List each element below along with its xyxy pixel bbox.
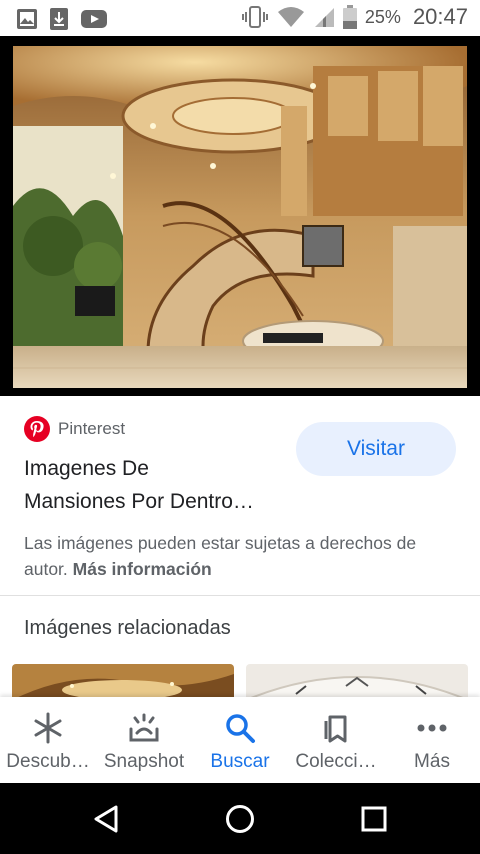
snapshot-icon <box>129 713 159 742</box>
mansion-interior-photo[interactable] <box>13 46 467 388</box>
image-viewer[interactable] <box>0 36 480 396</box>
asterisk-icon <box>34 712 62 744</box>
nav-discover-label: Descub… <box>6 751 90 772</box>
copyright-notice: Las imágenes pueden estar sujetas a dere… <box>24 530 464 582</box>
visit-button[interactable]: Visitar <box>296 422 456 476</box>
battery-icon <box>342 5 357 29</box>
battery-percent: 25% <box>364 6 401 27</box>
more-info-link[interactable]: Más información <box>73 559 212 579</box>
nav-collections[interactable]: Colecci… <box>288 697 384 783</box>
download-icon <box>50 8 68 30</box>
image-icon <box>17 9 37 29</box>
related-image-thumbnail[interactable] <box>246 664 468 700</box>
collections-icon <box>324 715 347 743</box>
bottom-navigation: Descub… Snapshot Buscar Colecci… Más <box>0 697 480 783</box>
back-icon[interactable] <box>90 803 122 835</box>
related-image-thumbnail[interactable] <box>12 664 234 700</box>
nav-more[interactable]: Más <box>384 697 480 783</box>
pinterest-icon <box>24 416 50 442</box>
home-icon[interactable] <box>224 803 256 835</box>
source-row[interactable]: Pinterest <box>24 416 125 442</box>
nav-search[interactable]: Buscar <box>192 697 288 783</box>
nav-collections-label: Colecci… <box>295 751 377 772</box>
vibrate-icon <box>241 6 268 28</box>
result-title-line-2: Mansiones Por Dentro… <box>24 490 254 513</box>
system-navigation-bar <box>0 783 480 854</box>
wifi-icon <box>277 7 304 27</box>
status-bar: 25% 20:47 <box>0 0 480 36</box>
nav-discover[interactable]: Descub… <box>0 697 96 783</box>
result-title-line-1: Imagenes De <box>24 457 149 480</box>
more-icon <box>417 724 447 732</box>
nav-snapshot[interactable]: Snapshot <box>96 697 192 783</box>
result-title[interactable]: Imagenes De Mansiones Por Dentro… <box>24 452 284 518</box>
source-name: Pinterest <box>58 419 126 438</box>
youtube-icon <box>81 10 107 28</box>
related-images-heading: Imágenes relacionadas <box>24 617 231 639</box>
signal-icon <box>314 8 334 27</box>
nav-search-label: Buscar <box>210 751 270 772</box>
nav-more-label: Más <box>414 751 450 772</box>
nav-snapshot-label: Snapshot <box>103 751 185 772</box>
search-icon <box>226 714 255 743</box>
divider <box>0 595 480 596</box>
clock: 20:47 <box>412 4 468 29</box>
recents-icon[interactable] <box>358 803 390 835</box>
